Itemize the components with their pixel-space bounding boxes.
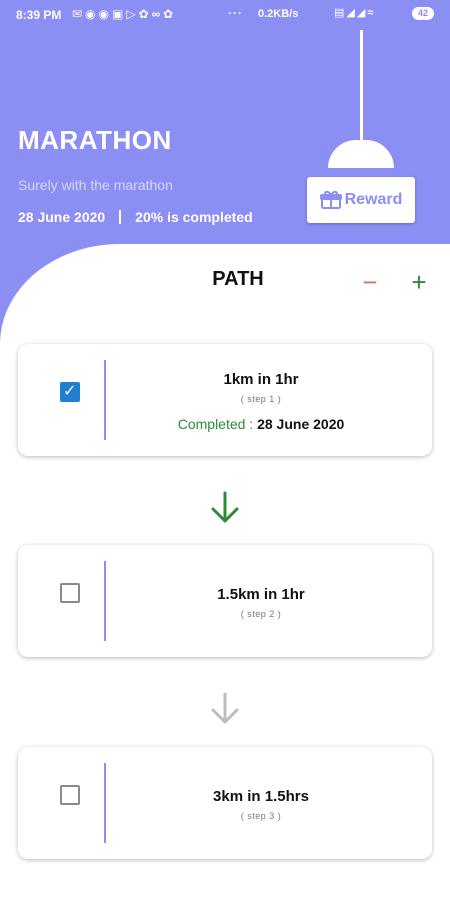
start-date: 28 June 2020 bbox=[18, 209, 106, 225]
step-title: 1.5km in 1hr bbox=[217, 586, 305, 603]
step-card[interactable]: ✓ 1km in 1hr ( step 1 ) Completed : 28 J… bbox=[18, 344, 432, 456]
arrow-down-icon bbox=[211, 692, 239, 724]
status-time: 8:39 PM bbox=[16, 8, 62, 22]
step-title: 3km in 1.5hrs bbox=[213, 788, 309, 805]
step-checkbox[interactable] bbox=[60, 785, 80, 805]
path-title: PATH bbox=[212, 268, 264, 290]
step-checkbox[interactable]: ✓ bbox=[60, 382, 80, 402]
lamp-cord bbox=[360, 30, 363, 148]
more-icon: ··· bbox=[228, 6, 243, 20]
step-card[interactable]: 1.5km in 1hr ( step 2 ) bbox=[18, 545, 432, 657]
signal-icon: ▤◢◢≈ bbox=[334, 7, 376, 19]
status-bar: 8:39 PM ✉◉◉▣▷✿∞✿ ··· 0.2KB/s ▤◢◢≈ 42 bbox=[0, 0, 450, 30]
lamp-icon bbox=[328, 140, 394, 168]
page-subtitle: Surely with the marathon bbox=[18, 177, 173, 193]
notification-icons: ✉◉◉▣▷✿∞✿ bbox=[72, 7, 177, 21]
step-number: ( step 1 ) bbox=[240, 394, 282, 404]
network-speed: 0.2KB/s bbox=[258, 8, 299, 20]
arrow-down-icon bbox=[211, 491, 239, 523]
header-meta: 28 June 2020 20% is completed bbox=[18, 209, 253, 225]
check-icon: ✓ bbox=[63, 383, 77, 400]
remove-step-button[interactable]: − bbox=[359, 269, 381, 295]
meta-divider bbox=[119, 210, 122, 224]
page-title: MARATHON bbox=[18, 125, 172, 155]
completed-date: 28 June 2020 bbox=[257, 416, 345, 432]
step-checkbox[interactable] bbox=[60, 583, 80, 603]
step-card[interactable]: 3km in 1.5hrs ( step 3 ) bbox=[18, 747, 432, 859]
battery-icon: 42 bbox=[412, 7, 434, 20]
step-number: ( step 3 ) bbox=[240, 811, 282, 821]
reward-label: Reward bbox=[344, 191, 403, 208]
add-step-button[interactable]: + bbox=[407, 269, 431, 295]
step-title: 1km in 1hr bbox=[223, 371, 299, 388]
step-number: ( step 2 ) bbox=[240, 609, 282, 619]
reward-button[interactable]: Reward bbox=[307, 177, 415, 223]
progress-text: 20% is completed bbox=[135, 209, 253, 225]
completed-status: Completed : 28 June 2020 bbox=[106, 416, 416, 432]
completed-label: Completed : bbox=[177, 416, 258, 432]
gift-icon bbox=[319, 191, 342, 209]
